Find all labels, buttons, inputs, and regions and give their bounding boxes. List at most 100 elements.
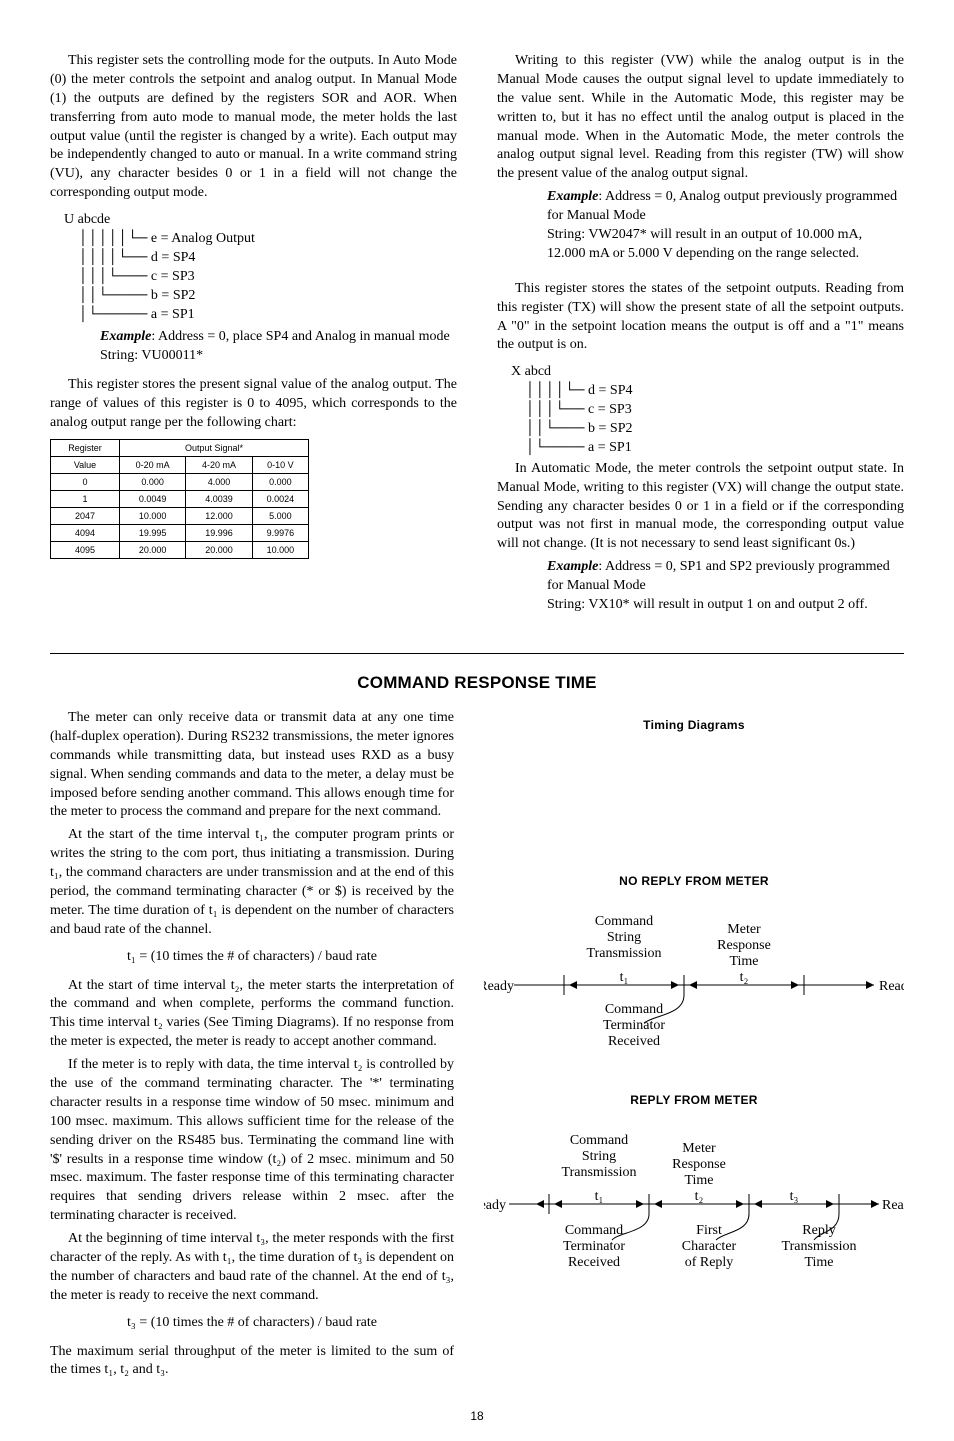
svg-text:Time: Time [804,1255,833,1270]
table-row: 2047 10.000 12.000 5.000 [51,507,309,524]
section-divider [50,653,904,654]
svg-text:String: String [582,1149,616,1164]
document-page: This register sets the controlling mode … [0,0,954,1441]
table-cell: 1 [51,490,120,507]
bottom-figure-col: Timing Diagrams NO REPLY FROM METER Read… [484,709,904,1384]
table-cell: 5.000 [252,507,308,524]
top-columns: This register sets the controlling mode … [50,52,904,625]
example-label: Example [547,559,598,574]
table-row: Register Output Signal* [51,439,309,456]
table-cell: 0.0024 [252,490,308,507]
resp-p1: The meter can only receive data or trans… [50,709,454,822]
svg-text:Transmission: Transmission [782,1239,857,1254]
section-heading: COMMAND RESPONSE TIME [50,672,904,695]
table-cell: 19.995 [120,524,186,541]
diag1-title: NO REPLY FROM METER [484,873,904,889]
x-tree: X abcd ││││└─ d = SP4 │││└── c = SP3 ││└… [511,363,904,457]
table-cell: 4.0039 [186,490,252,507]
table-row: 4094 19.995 19.996 9.9976 [51,524,309,541]
formula-t1: t₁ = (10 times the # of characters) / ba… [50,948,454,967]
svg-text:Command: Command [570,1133,628,1148]
table-row: Value 0-20 mA 4-20 mA 0-10 V [51,456,309,473]
svg-text:Time: Time [729,954,758,969]
svg-text:Ready: Ready [882,1198,904,1213]
svg-text:Character: Character [682,1239,737,1254]
bottom-columns: The meter can only receive data or trans… [50,709,904,1384]
svg-text:Terminator: Terminator [563,1239,625,1254]
x-example: Example: Address = 0, SP1 and SP2 previo… [547,558,904,615]
svg-text:Transmission: Transmission [587,946,662,961]
timing-diagrams-title: Timing Diagrams [484,717,904,733]
table-cell: Output Signal* [120,439,309,456]
table-cell: 4095 [51,541,120,558]
w-ex-line1: : Address = 0, Analog output previously … [547,189,897,223]
x-ex-line1: : Address = 0, SP1 and SP2 previously pr… [547,559,890,593]
svg-text:Command: Command [605,1002,663,1017]
svg-text:First: First [696,1223,722,1238]
table-cell: 9.9976 [252,524,308,541]
resp-p3: At the start of time interval t₂, the me… [50,977,454,1053]
w-example: Example: Address = 0, Analog output prev… [547,188,904,264]
svg-text:Command: Command [595,914,653,929]
u-tree: U abcde │││││└─ e = Analog Output ││││└─… [64,211,457,324]
no-reply-diagram: Ready Ready Command String Transmission … [484,895,904,1055]
aor-paragraph: This register stores the present signal … [50,376,457,433]
diag2-title: REPLY FROM METER [484,1092,904,1108]
aor-table: Register Output Signal* Value 0-20 mA 4-… [50,439,309,559]
table-cell: 20.000 [186,541,252,558]
table-row: 1 0.0049 4.0039 0.0024 [51,490,309,507]
table-row: 4095 20.000 20.000 10.000 [51,541,309,558]
bottom-text-col: The meter can only receive data or trans… [50,709,454,1384]
table-cell: 4-20 mA [186,456,252,473]
vw-paragraph: Writing to this register (VW) while the … [497,52,904,184]
table-cell: 20.000 [120,541,186,558]
resp-p4: If the meter is to reply with data, the … [50,1056,454,1226]
svg-text:String: String [607,930,641,945]
table-cell: 12.000 [186,507,252,524]
svg-text:Response: Response [672,1157,726,1172]
svg-text:Meter: Meter [727,922,761,937]
table-cell: 2047 [51,507,120,524]
svg-text:Received: Received [568,1255,620,1270]
svg-text:Reply: Reply [802,1223,835,1238]
svg-text:Response: Response [717,938,771,953]
table-cell: 19.996 [186,524,252,541]
svg-text:t₁: t₁ [620,970,629,985]
table-cell: Register [51,439,120,456]
svg-text:Ready: Ready [484,1198,506,1213]
x-ex-line2: String: VX10* will result in output 1 on… [547,597,868,612]
svg-text:Terminator: Terminator [603,1018,665,1033]
svg-text:Transmission: Transmission [562,1165,637,1180]
u-example: Example: Address = 0, place SP4 and Anal… [100,328,457,366]
table-cell: 4.000 [186,473,252,490]
svg-text:Meter: Meter [682,1141,716,1156]
top-left-col: This register sets the controlling mode … [50,52,457,625]
svg-text:t₂: t₂ [740,970,749,985]
example-label: Example [547,189,598,204]
table-row: 0 0.000 4.000 0.000 [51,473,309,490]
top-right-col: Writing to this register (VW) while the … [497,52,904,625]
table-cell: 4094 [51,524,120,541]
table-cell: 0 [51,473,120,490]
resp-p6: The maximum serial throughput of the met… [50,1343,454,1381]
svg-text:t₂: t₂ [695,1189,704,1204]
formula-t3: t₃ = (10 times the # of characters) / ba… [50,1314,454,1333]
svg-text:Time: Time [684,1173,713,1188]
resp-p5: At the beginning of time interval t₃, th… [50,1230,454,1306]
table-cell: 0.0049 [120,490,186,507]
u-ex-line1: : Address = 0, place SP4 and Analog in m… [151,329,449,344]
vx-paragraph: In Automatic Mode, the meter controls th… [497,460,904,554]
table-cell: 0.000 [252,473,308,490]
svg-text:t₁: t₁ [595,1189,604,1204]
table-cell: Value [51,456,120,473]
svg-text:of Reply: of Reply [685,1255,734,1270]
mmr-paragraph: This register sets the controlling mode … [50,52,457,203]
table-cell: 0.000 [120,473,186,490]
svg-text:Ready: Ready [484,979,514,994]
svg-text:Command: Command [565,1223,623,1238]
table-cell: 10.000 [120,507,186,524]
example-label: Example [100,329,151,344]
table-cell: 0-20 mA [120,456,186,473]
reply-diagram: Ready Ready Command String Transmission … [484,1114,904,1284]
w-ex-line2: String: VW2047* will result in an output… [547,227,862,261]
